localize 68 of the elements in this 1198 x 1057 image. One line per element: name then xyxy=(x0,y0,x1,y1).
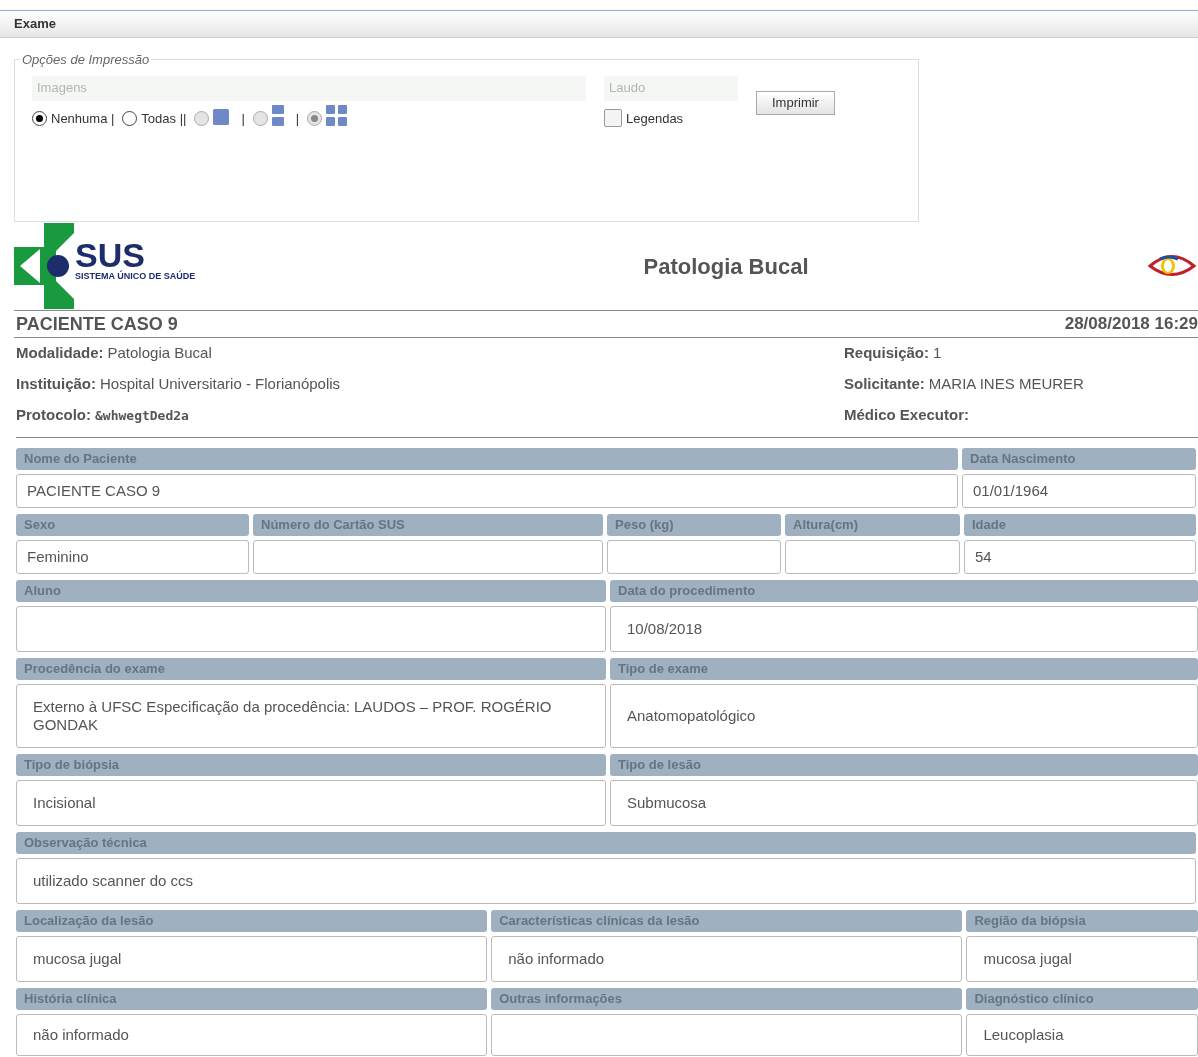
field-value: 54 xyxy=(964,540,1196,574)
field-label: Procedência do exame xyxy=(16,658,606,680)
field-label: Tipo de lesão xyxy=(610,754,1198,776)
info-label: Protocolo: xyxy=(16,405,91,426)
field-label: Altura(cm) xyxy=(785,514,960,536)
radio-label: Nenhuma | xyxy=(51,109,115,128)
field-label: Características clínicas da lesão xyxy=(491,910,963,932)
info-value: &whwegtDed2a xyxy=(95,406,189,425)
field-value: 01/01/1964 xyxy=(962,474,1196,508)
field-label: Diagnóstico clínico xyxy=(966,988,1198,1010)
logo-icon xyxy=(14,223,76,309)
field-label: Idade xyxy=(964,514,1196,536)
radio-label: Todas || xyxy=(141,109,187,128)
print-button[interactable]: Imprimir xyxy=(756,90,835,115)
two-images-icon xyxy=(271,104,284,127)
legends-checkbox[interactable] xyxy=(604,109,622,128)
info-value: 1 xyxy=(933,343,942,364)
field-value: não informado xyxy=(491,936,963,982)
patient-name: PACIENTE CASO 9 xyxy=(16,312,178,336)
group-legend: Opções de Impressão xyxy=(20,50,152,70)
field-label: Observação técnica xyxy=(16,832,1196,854)
logo-text: SUS xyxy=(75,239,145,270)
field-value: Leucoplasia xyxy=(966,1014,1198,1056)
field-value: PACIENTE CASO 9 xyxy=(16,474,958,508)
info-value: Patologia Bucal xyxy=(107,343,212,364)
field-label: Tipo de biópsia xyxy=(16,754,606,776)
single-image-icon xyxy=(213,108,230,125)
info-value: Hospital Universitario - Florianópolis xyxy=(100,374,341,395)
separator-text: | xyxy=(241,109,245,128)
field-value: mucosa jugal xyxy=(966,936,1198,982)
separator-text: | xyxy=(295,109,300,128)
field-label: Região da biópsia xyxy=(966,910,1198,932)
field-label: Aluno xyxy=(16,580,606,602)
field-value: não informado xyxy=(16,1014,488,1056)
field-value: Feminino xyxy=(16,540,249,574)
field-label: Número do Cartão SUS xyxy=(253,514,603,536)
field-value: Externo à UFSC Especificação da procedência: LAUDOS – PROF. ROGÉRIO GONDAK xyxy=(16,684,606,748)
field-value: Anatomopatológico xyxy=(610,684,1198,748)
field-value: mucosa jugal xyxy=(16,936,488,982)
section-label: Imagens xyxy=(32,75,586,101)
field-label: Data Nascimento xyxy=(962,448,1196,470)
info-label: Solicitante: xyxy=(844,374,925,395)
four-images-icon xyxy=(326,105,349,128)
field-label: Data do procedimento xyxy=(610,580,1198,602)
field-value: 10/08/2018 xyxy=(610,606,1198,652)
radio-button[interactable] xyxy=(32,110,47,126)
field-value: Submucosa xyxy=(610,780,1198,826)
field-label: Sexo xyxy=(16,514,249,536)
info-label: Médico Executor: xyxy=(844,405,970,426)
section-label: Laudo xyxy=(604,75,738,101)
field-value: Incisional xyxy=(16,780,606,826)
info-value: MARIA INES MEURER xyxy=(928,374,1084,395)
logo-subtitle: SISTEMA ÚNICO DE SAÚDE xyxy=(75,269,196,283)
field-label: Peso (kg) xyxy=(607,514,781,536)
info-label: Modalidade: xyxy=(16,343,104,364)
radio-button[interactable] xyxy=(122,110,138,126)
checkbox-label: Legendas xyxy=(626,109,684,128)
info-label: Requisição: xyxy=(844,343,930,364)
field-label: Nome do Paciente xyxy=(16,448,958,470)
panel-title: Exame xyxy=(14,15,56,34)
field-value: utilizado scanner do ccs xyxy=(16,858,1196,904)
report-datetime: 28/08/2018 16:29 xyxy=(1064,313,1198,336)
info-label: Instituição: xyxy=(16,374,96,395)
field-label: Outras informações xyxy=(491,988,963,1010)
report-title: Patologia Bucal xyxy=(643,252,809,281)
field-label: Tipo de exame xyxy=(610,658,1198,680)
field-label: Localização da lesão xyxy=(16,910,488,932)
field-label: História clínica xyxy=(16,988,488,1010)
